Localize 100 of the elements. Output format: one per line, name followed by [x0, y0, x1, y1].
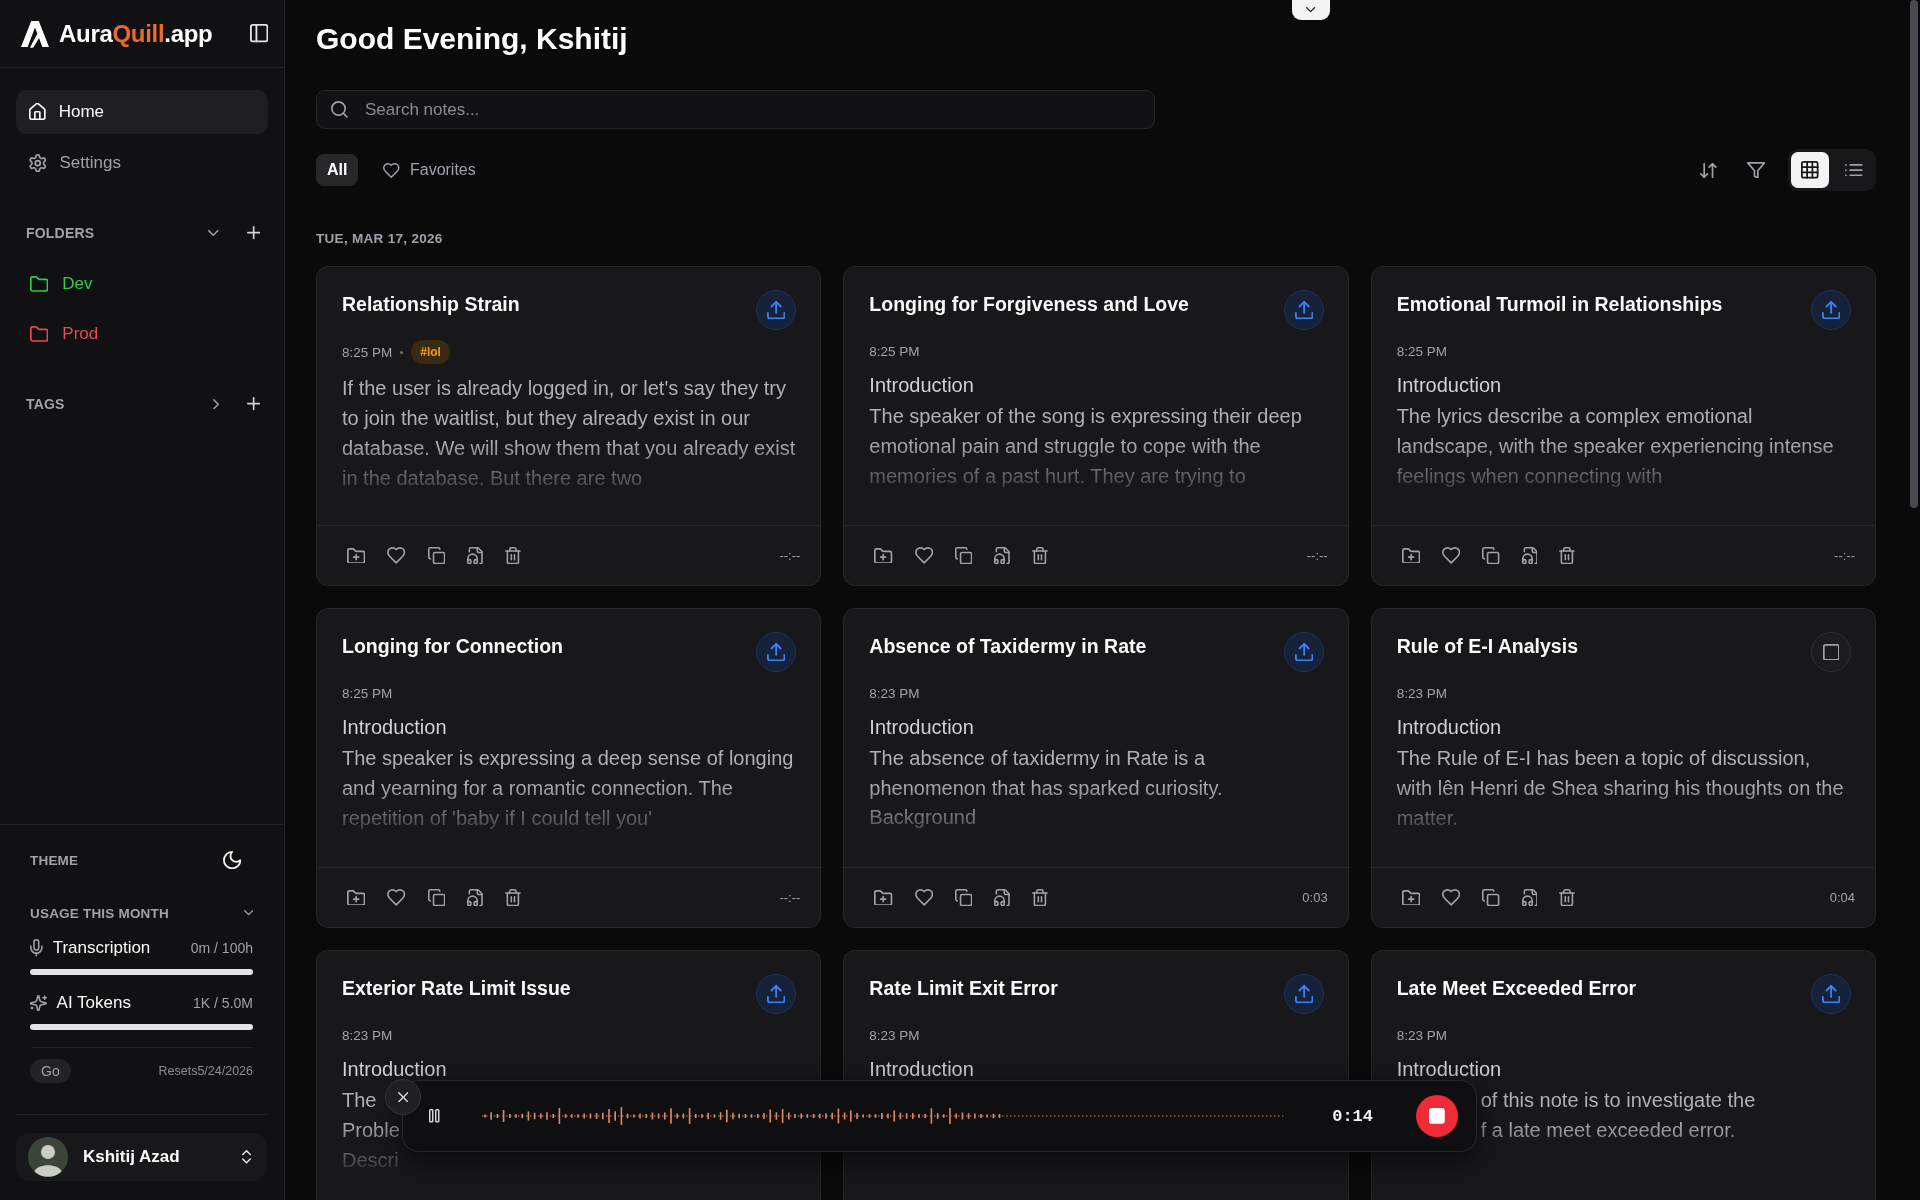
upload-button[interactable] — [756, 974, 797, 1014]
nav-item[interactable]: Home — [16, 90, 268, 134]
upload-icon — [1821, 984, 1841, 1004]
note-card[interactable]: Longing for Connection 8:25 PM Introduction The speaker is expressing a deep sense of longing and yearning for a romantic connection. The repetition of 'baby if I could tell you' --:-- — [316, 608, 822, 928]
note-heading: Introduction — [342, 717, 447, 737]
audio-file-icon[interactable] — [1521, 888, 1538, 907]
trash-icon[interactable] — [504, 546, 521, 565]
copy-icon[interactable] — [954, 888, 973, 907]
filter-icon[interactable] — [1746, 161, 1765, 179]
chevron-right-icon[interactable] — [212, 398, 219, 410]
upload-button[interactable] — [1283, 290, 1324, 330]
reset-date: Resets5/24/2026 — [158, 1064, 253, 1078]
folder-plus-icon[interactable] — [874, 547, 893, 564]
sparkle-icon — [30, 994, 47, 1012]
note-card[interactable]: Absence of Taxidermy in Rate 8:23 PM Introduction The absence of taxidermy in Rate is a phenomenon that has sparked curiosity. Background 0:03 — [843, 608, 1349, 928]
theme-label: THEME — [30, 852, 79, 868]
add-icon[interactable] — [246, 226, 260, 240]
usage-title: USAGE THIS MONTH — [30, 905, 169, 921]
note-time: 8:23 PM — [1396, 1027, 1447, 1043]
note-title: Absence of Taxidermy in Rate — [869, 634, 1147, 659]
folder-plus-icon[interactable] — [1401, 547, 1420, 564]
heart-icon[interactable] — [1441, 547, 1461, 564]
audio-file-icon[interactable] — [1521, 546, 1538, 565]
note-text: The speaker of the song is expressing their deep emotional pain and struggle to cope with the memories of a past hurt. They are trying to — [869, 404, 1303, 489]
note-heading: Introduction — [1396, 1059, 1502, 1079]
note-title: Relationship Strain — [342, 292, 520, 317]
filter-tab[interactable]: Favorites — [372, 154, 487, 186]
upload-button[interactable] — [1283, 632, 1324, 672]
note-duration: --:-- — [779, 548, 801, 563]
section-title: TAGS — [26, 396, 66, 412]
copy-icon[interactable] — [1482, 888, 1500, 907]
meter-label: Transcription — [52, 938, 151, 958]
note-heading: Introduction — [342, 1059, 447, 1079]
note-card[interactable]: Rule of E-I Analysis 8:23 PM Introduction The Rule of E-I has been a topic of discussion, with lên Henri de Shea sharing his thoughts on the matter. 0:04 — [1370, 608, 1876, 928]
square-icon — [1822, 643, 1840, 661]
search-field[interactable]: Search notes... — [316, 90, 1155, 129]
note-title: Rule of E-I Analysis — [1396, 634, 1578, 659]
note-duration: --:-- — [1306, 548, 1328, 563]
meter-label: AI Tokens — [56, 993, 131, 1013]
note-card[interactable]: Emotional Turmoil in Relationships 8:25 PM Introduction The lyrics describe a complex emotional landscape, with the speaker experiencing intense feelings when connecting with --:-- — [1370, 266, 1876, 586]
note-card[interactable] — [316, 266, 822, 586]
folder-plus-icon[interactable] — [347, 889, 366, 906]
heart-icon[interactable] — [1441, 889, 1461, 906]
trash-icon[interactable] — [1559, 888, 1576, 907]
section-title: FOLDERS — [26, 225, 96, 241]
audio-file-icon[interactable] — [467, 546, 483, 565]
filter-tab[interactable]: All — [316, 154, 359, 186]
copy-icon[interactable] — [1482, 546, 1500, 565]
sidebar-toggle-icon[interactable] — [249, 24, 268, 43]
upload-button[interactable] — [1283, 974, 1324, 1014]
upload-button[interactable] — [1811, 974, 1851, 1014]
heart-icon[interactable] — [387, 547, 406, 564]
heart-icon[interactable] — [914, 889, 933, 906]
chevron-down-icon[interactable] — [208, 230, 219, 236]
folder-plus-icon[interactable] — [1401, 889, 1420, 906]
upload-button[interactable] — [756, 290, 797, 330]
trash-icon[interactable] — [1032, 888, 1048, 907]
upload-button[interactable] — [1811, 290, 1851, 330]
moon-icon[interactable] — [222, 850, 241, 870]
sort-icon[interactable] — [1700, 162, 1717, 178]
heart-icon[interactable] — [387, 889, 406, 906]
note-heading: Background — [869, 807, 977, 827]
note-heading: Introduction — [1396, 375, 1502, 395]
copy-icon[interactable] — [427, 888, 445, 907]
copy-icon[interactable] — [954, 546, 973, 565]
folder-item[interactable]: Dev — [16, 264, 268, 304]
copy-icon[interactable] — [427, 546, 445, 565]
add-icon[interactable] — [246, 397, 260, 411]
upload-icon — [1294, 984, 1313, 1004]
trash-icon[interactable] — [1559, 546, 1576, 565]
note-heading: Introduction — [1396, 717, 1502, 737]
microphone-icon — [30, 939, 43, 957]
tag-badge[interactable]: #lol — [411, 340, 450, 364]
folder-item[interactable]: Prod — [16, 314, 268, 354]
upload-icon — [767, 642, 786, 662]
collapse-tab[interactable] — [1292, 0, 1330, 20]
dot-icon — [400, 350, 404, 354]
nav-item[interactable]: Settings — [16, 141, 268, 185]
folder-plus-icon[interactable] — [874, 889, 893, 906]
pause-icon[interactable] — [429, 1109, 440, 1123]
grid-view-button[interactable] — [1791, 152, 1829, 188]
note-text: If the user is already logged in, or let's say they try to join the waitlist, but they already exist in our database. We will show them that you already exist in the database. But there are two — [342, 376, 796, 491]
user-menu-button[interactable]: Kshitij Azad — [16, 1133, 267, 1181]
close-icon — [397, 1091, 409, 1103]
upload-icon — [1821, 300, 1841, 320]
heart-icon — [383, 162, 400, 178]
folder-plus-icon[interactable] — [347, 547, 366, 564]
audio-file-icon[interactable] — [994, 888, 1011, 907]
heart-icon[interactable] — [914, 547, 933, 564]
upload-button[interactable] — [756, 632, 797, 672]
upload-icon — [1294, 300, 1313, 320]
stop-recording-button[interactable] — [1416, 1095, 1458, 1137]
audio-file-icon[interactable] — [467, 888, 483, 907]
audio-file-icon[interactable] — [994, 546, 1011, 565]
trash-icon[interactable] — [1032, 546, 1048, 565]
trash-icon[interactable] — [504, 888, 521, 907]
scrollbar-thumb[interactable] — [1910, 0, 1918, 508]
note-card[interactable]: Longing for Forgiveness and Love 8:25 PM Introduction The speaker of the song is expressing their deep emotional pain and struggle to cope with the memories of a past hurt. They are trying to --:-- — [843, 266, 1349, 586]
chevron-down-icon[interactable] — [243, 910, 253, 916]
select-button[interactable] — [1811, 632, 1851, 672]
